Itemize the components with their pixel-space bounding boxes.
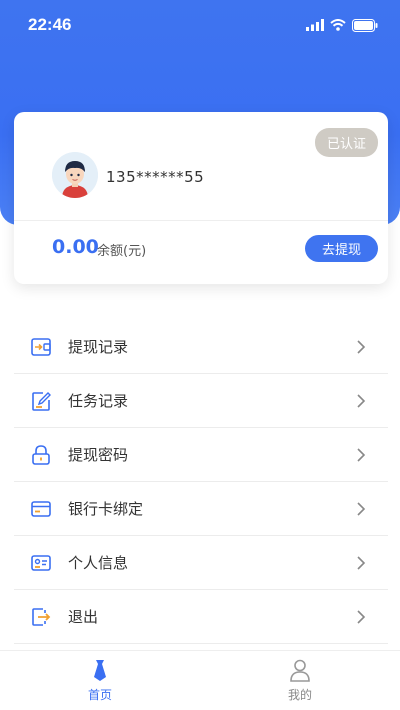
card-divider xyxy=(14,220,388,221)
lock-icon xyxy=(28,442,54,468)
status-icons xyxy=(306,18,378,32)
user-icon xyxy=(290,659,310,682)
menu-item-withdraw-records[interactable]: 提现记录 xyxy=(14,320,388,374)
balance-amount: 0.00 xyxy=(52,236,99,258)
menu-item-withdraw-password[interactable]: 提现密码 xyxy=(14,428,388,482)
menu-item-bank-card[interactable]: 银行卡绑定 xyxy=(14,482,388,536)
avatar-boy-icon xyxy=(52,152,98,198)
logout-icon xyxy=(28,604,54,630)
chevron-right-icon xyxy=(356,447,370,462)
bank-card-icon xyxy=(28,496,54,522)
wallet-arrow-icon xyxy=(28,334,54,360)
profile-card: 已认证 135******55 0.00 余额(元) 去提现 xyxy=(14,112,388,284)
phone-number: 135******55 xyxy=(106,168,205,186)
edit-note-icon xyxy=(28,388,54,414)
tab-label-home: 首页 xyxy=(87,688,112,702)
avatar[interactable] xyxy=(52,152,98,198)
chevron-right-icon xyxy=(356,555,370,570)
menu-item-task-records[interactable]: 任务记录 xyxy=(14,374,388,428)
verified-badge: 已认证 xyxy=(314,128,378,157)
menu-label-bank-card: 银行卡绑定 xyxy=(68,500,144,518)
home-tie-icon xyxy=(94,660,106,681)
balance-label: 余额(元) xyxy=(97,244,147,259)
wifi-icon xyxy=(330,19,346,31)
tab-mine[interactable]: 我的 xyxy=(200,651,400,710)
chevron-right-icon xyxy=(356,609,370,624)
withdraw-button[interactable]: 去提现 xyxy=(305,235,378,262)
menu-label-logout: 退出 xyxy=(68,608,99,626)
signal-icon xyxy=(306,19,324,31)
tab-bar: 首页 我的 xyxy=(0,650,400,710)
battery-icon xyxy=(352,18,378,32)
menu-label-withdraw-records: 提现记录 xyxy=(68,338,129,356)
status-bar: 22:46 xyxy=(0,0,400,50)
chevron-right-icon xyxy=(356,393,370,408)
menu-item-logout[interactable]: 退出 xyxy=(14,590,388,644)
menu-label-personal-info: 个人信息 xyxy=(68,554,129,572)
chevron-right-icon xyxy=(356,339,370,354)
menu-item-personal-info[interactable]: 个人信息 xyxy=(14,536,388,590)
tab-label-mine: 我的 xyxy=(287,688,312,702)
menu-list: 提现记录 任务记录 提现密码 银行卡绑定 个人信息 退出 xyxy=(14,320,388,644)
chevron-right-icon xyxy=(356,501,370,516)
tab-home[interactable]: 首页 xyxy=(0,651,200,710)
menu-label-task-records: 任务记录 xyxy=(68,392,129,410)
menu-label-withdraw-password: 提现密码 xyxy=(68,446,129,464)
id-card-icon xyxy=(28,550,54,576)
status-time: 22:46 xyxy=(28,15,72,34)
